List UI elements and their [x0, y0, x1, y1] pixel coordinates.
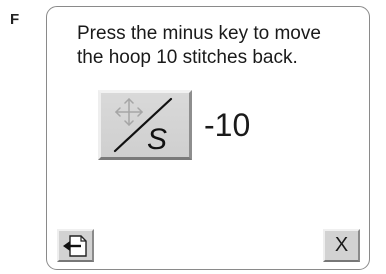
- back-button[interactable]: [57, 229, 94, 262]
- back-arrow-icon: [63, 235, 87, 257]
- move-hoop-stitch-icon: S: [113, 97, 173, 156]
- instruction-text: Press the minus key to move the hoop 10 …: [77, 23, 321, 68]
- lcd-panel: Press the minus key to move the hoop 10 …: [46, 6, 370, 270]
- minus-stitch-key[interactable]: S: [98, 90, 192, 160]
- close-button[interactable]: X: [323, 229, 360, 262]
- key-glyph: S: [147, 123, 167, 156]
- section-letter: F: [10, 11, 20, 28]
- stitch-offset-value: -10: [204, 107, 251, 143]
